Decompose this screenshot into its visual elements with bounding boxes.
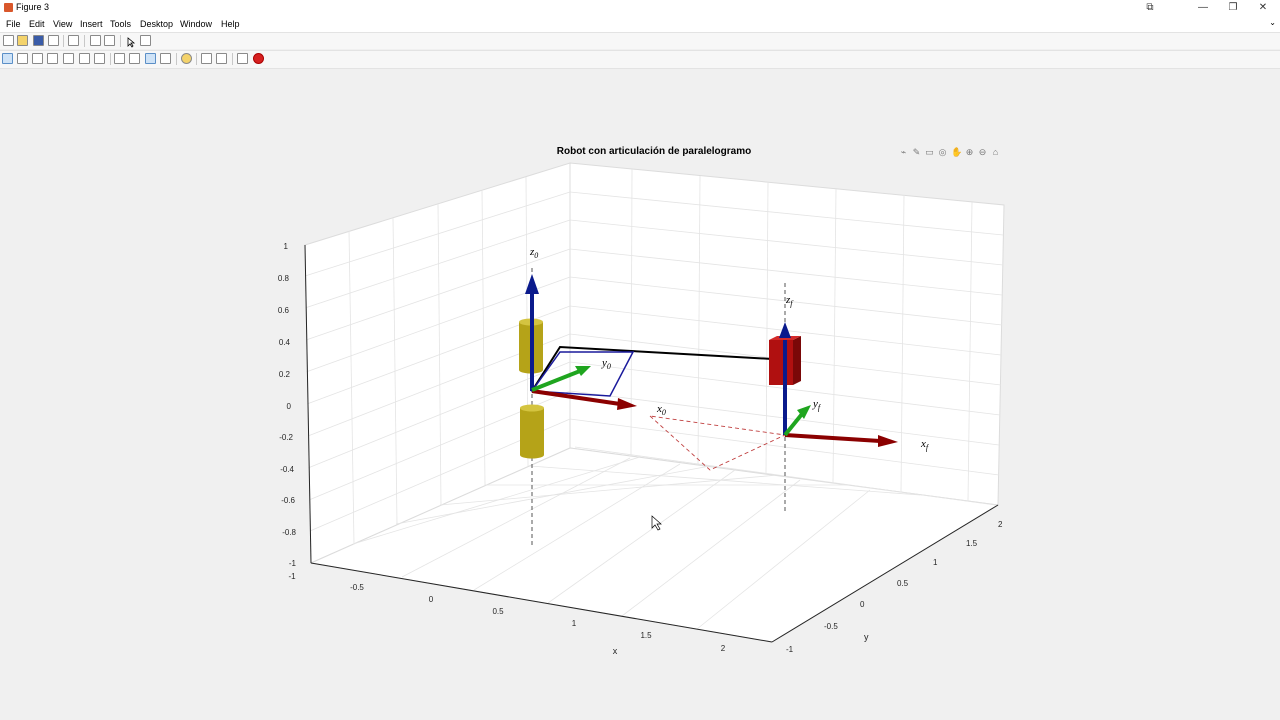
y-tick: -1 [786, 645, 794, 654]
y-tick: 2 [998, 520, 1003, 529]
y-tick: 0 [860, 600, 865, 609]
x-tick: 1.5 [640, 631, 652, 640]
y-tick: -0.5 [824, 622, 838, 631]
x-tick: -1 [288, 572, 296, 581]
y-tick: 0.5 [897, 579, 909, 588]
x-tick: 0 [429, 595, 434, 604]
y-axis-label: y [864, 632, 869, 642]
z-tick: -0.8 [282, 528, 296, 537]
x-tick: 1 [572, 619, 577, 628]
x-tick: -0.5 [350, 583, 364, 592]
z-tick: 0.6 [278, 306, 290, 315]
z-tick: -0.2 [279, 433, 293, 442]
x-axis-label: x [613, 646, 618, 656]
z-tick: -1 [289, 559, 297, 568]
z-tick: 0 [287, 402, 292, 411]
plot-axes[interactable]: 1 0.8 0.6 0.4 0.2 0 -0.2 -0.4 -0.6 -0.8 … [0, 0, 1280, 720]
base-joint-cylinder [520, 404, 544, 459]
z-tick: 0.4 [279, 338, 291, 347]
y-tick: 1.5 [966, 539, 978, 548]
z-tick: -0.6 [281, 496, 295, 505]
x-tick: 0.5 [492, 607, 504, 616]
z-tick-labels: 1 0.8 0.6 0.4 0.2 0 -0.2 -0.4 -0.6 -0.8 … [278, 242, 297, 568]
z-tick: 0.8 [278, 274, 290, 283]
z-tick: -0.4 [280, 465, 294, 474]
z-tick: 1 [284, 242, 289, 251]
x-tick: 2 [721, 644, 726, 653]
y-tick: 1 [933, 558, 938, 567]
z-tick: 0.2 [279, 370, 291, 379]
